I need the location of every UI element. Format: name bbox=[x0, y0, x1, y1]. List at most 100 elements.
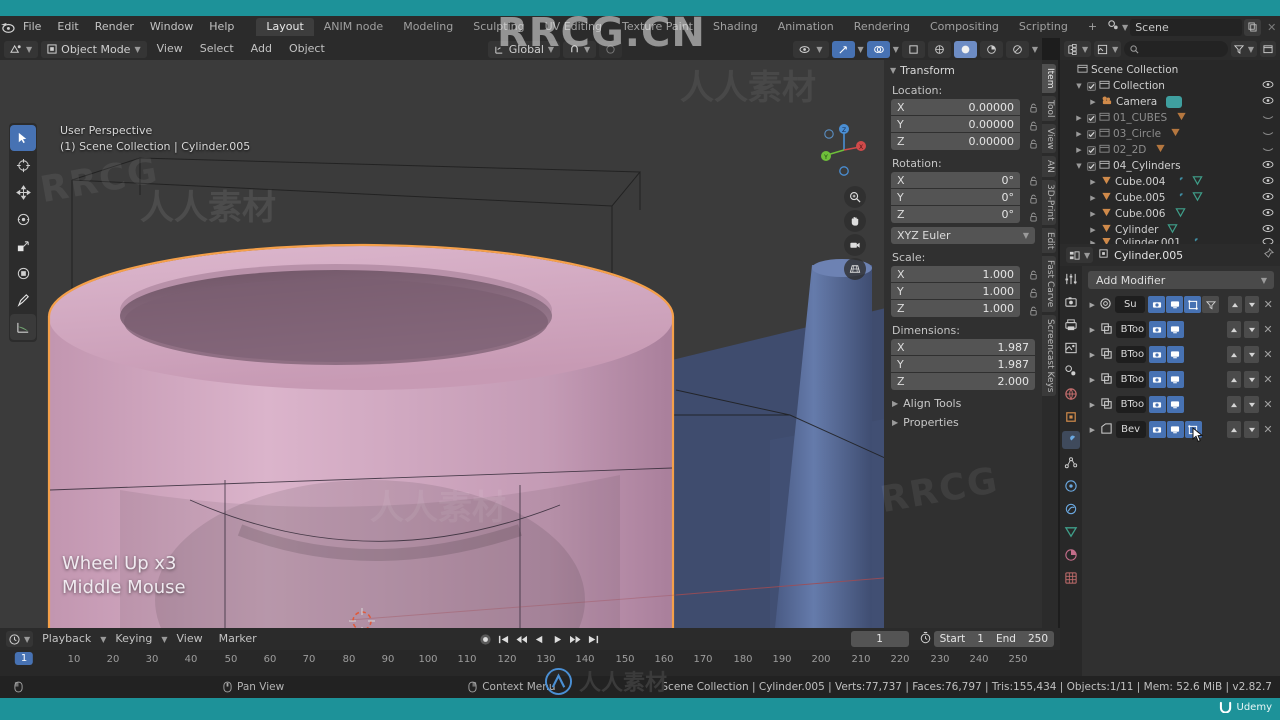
camera-view-icon[interactable] bbox=[844, 234, 866, 256]
jump-to-end-button[interactable] bbox=[586, 632, 601, 647]
menu-file[interactable]: File bbox=[15, 16, 49, 38]
eye-icon-collection[interactable] bbox=[1262, 80, 1274, 92]
overlays-chevron-icon[interactable]: ▼ bbox=[893, 45, 899, 54]
move-down-boolean-4[interactable] bbox=[1244, 396, 1259, 413]
outliner-row-cube-004[interactable]: ▶ Cube.004 bbox=[1060, 174, 1280, 190]
scene-name-field[interactable]: Scene bbox=[1130, 18, 1243, 36]
transform-panel-header[interactable]: ▼ Transform bbox=[884, 60, 1042, 81]
previous-keyframe-button[interactable] bbox=[514, 632, 529, 647]
viewport-toggle-bevel[interactable] bbox=[1166, 421, 1184, 438]
outliner-display-mode-button[interactable]: ▼ bbox=[1094, 41, 1122, 57]
collection-checkbox[interactable] bbox=[1087, 81, 1096, 91]
modifier-name-boolean-3[interactable]: BToo bbox=[1115, 371, 1146, 388]
outliner-row-cube-005[interactable]: ▶ Cube.005 bbox=[1060, 190, 1280, 206]
outliner-row-camera[interactable]: ▶ Camera bbox=[1060, 94, 1280, 110]
outliner-row-cylinder[interactable]: ▶ Cylinder bbox=[1060, 222, 1280, 238]
play-button[interactable] bbox=[550, 632, 565, 647]
constraints-properties-tab[interactable] bbox=[1062, 500, 1080, 518]
outliner-row-04-cylinders[interactable]: ▼ 04_Cylinders bbox=[1060, 158, 1280, 174]
location-y-field[interactable]: Y 0.00000 bbox=[891, 116, 1020, 133]
outliner-row-collection[interactable]: ▼ Collection bbox=[1060, 78, 1280, 94]
cage-toggle-subdivision[interactable] bbox=[1202, 296, 1220, 313]
viewport-toggle-boolean-4[interactable] bbox=[1166, 396, 1184, 413]
zoom-icon[interactable] bbox=[844, 186, 866, 208]
modifier-name-bevel[interactable]: Bev bbox=[1115, 421, 1146, 438]
lock-location-y-icon[interactable] bbox=[1029, 117, 1038, 134]
render-toggle-boolean-1[interactable] bbox=[1148, 321, 1166, 338]
timeline-menu-view[interactable]: View bbox=[170, 628, 210, 650]
particles-properties-tab[interactable] bbox=[1062, 454, 1080, 472]
current-frame-indicator[interactable]: 1 bbox=[14, 652, 34, 665]
timeline-menu-keying[interactable]: Keying bbox=[108, 628, 159, 650]
modifier-expand-icon-boolean-4[interactable]: ▶ bbox=[1088, 401, 1097, 409]
modifier-row-boolean-3[interactable]: ▶ BToo ✕ bbox=[1088, 370, 1274, 389]
play-reverse-button[interactable] bbox=[532, 632, 547, 647]
tab-shading[interactable]: Shading bbox=[703, 18, 768, 36]
interaction-mode-dropdown[interactable]: Object Mode ▼ bbox=[41, 40, 147, 58]
modifier-row-boolean-2[interactable]: ▶ BToo ✕ bbox=[1088, 345, 1274, 364]
tool-scale[interactable] bbox=[10, 233, 36, 259]
current-frame-field[interactable]: 1 bbox=[850, 631, 909, 647]
view-layer-properties-tab[interactable] bbox=[1062, 339, 1080, 357]
tab-uv-editing[interactable]: UV Editing bbox=[535, 18, 612, 36]
tool-properties-tab[interactable] bbox=[1062, 270, 1080, 288]
render-toggle-subdivision[interactable] bbox=[1148, 296, 1166, 313]
outliner-row-02-2d[interactable]: ▶ 02_2D bbox=[1060, 142, 1280, 158]
viewport-toggle-boolean-3[interactable] bbox=[1166, 371, 1184, 388]
render-toggle-bevel[interactable] bbox=[1148, 421, 1166, 438]
outliner-row-03-circle[interactable]: ▶ 03_Circle bbox=[1060, 126, 1280, 142]
properties-panel[interactable]: ▶ Properties bbox=[884, 413, 1042, 432]
scale-x-field[interactable]: X 1.000 bbox=[891, 266, 1020, 283]
move-down-boolean-3[interactable] bbox=[1244, 371, 1259, 388]
delete-modifier-boolean-4[interactable]: ✕ bbox=[1262, 398, 1274, 411]
frame-range-fields[interactable]: Start 1 End 250 bbox=[933, 631, 1054, 647]
timeline-ruler[interactable]: 1 10 20 30 40 50 60 70 80 90 100 110 120… bbox=[0, 650, 1060, 676]
overlays-toggle-button[interactable] bbox=[866, 40, 890, 58]
shading-material-button[interactable] bbox=[979, 40, 1003, 58]
move-down-subdivision[interactable] bbox=[1245, 296, 1260, 313]
delete-modifier-subdivision[interactable]: ✕ bbox=[1262, 298, 1274, 311]
dimension-y-field[interactable]: Y 1.987 bbox=[891, 356, 1035, 373]
tool-transform[interactable] bbox=[10, 260, 36, 286]
delete-modifier-bevel[interactable]: ✕ bbox=[1262, 423, 1274, 436]
viewport-toggle-boolean-1[interactable] bbox=[1166, 321, 1184, 338]
outliner-row-scene-collection[interactable]: Scene Collection bbox=[1060, 62, 1280, 78]
perspective-toggle-icon[interactable] bbox=[844, 258, 866, 280]
lock-scale-z-icon[interactable] bbox=[1029, 302, 1038, 319]
scale-z-field[interactable]: Z 1.000 bbox=[891, 300, 1020, 317]
timeline-menu-playback[interactable]: Playback bbox=[35, 628, 98, 650]
physics-properties-tab[interactable] bbox=[1062, 477, 1080, 495]
modifier-name-subdivision[interactable]: Su bbox=[1115, 296, 1146, 313]
modifier-row-subdivision[interactable]: ▶ Su ✕ bbox=[1088, 295, 1274, 314]
delete-scene-button[interactable]: ✕ bbox=[1263, 19, 1280, 36]
gizmo-toggle-button[interactable] bbox=[831, 40, 855, 58]
material-properties-tab[interactable] bbox=[1062, 546, 1080, 564]
outliner-row-cube-006[interactable]: ▶ Cube.006 bbox=[1060, 206, 1280, 222]
properties-editor-type-button[interactable]: ▼ bbox=[1066, 247, 1094, 263]
visibility-dropdown[interactable]: ▼ bbox=[793, 40, 829, 58]
tab-texture-paint[interactable]: Texture Paint bbox=[612, 18, 703, 36]
dimension-x-field[interactable]: X 1.987 bbox=[891, 339, 1035, 356]
move-up-boolean-4[interactable] bbox=[1226, 396, 1242, 413]
01-cubes-checkbox[interactable] bbox=[1087, 113, 1096, 123]
modifier-row-bevel[interactable]: ▶ Bev ✕ bbox=[1088, 420, 1274, 443]
04-cylinders-checkbox[interactable] bbox=[1087, 161, 1096, 171]
modifier-expand-icon-boolean-3[interactable]: ▶ bbox=[1088, 376, 1097, 384]
lock-location-z-icon[interactable] bbox=[1029, 135, 1038, 152]
tab-layout[interactable]: Layout bbox=[256, 18, 314, 36]
modifier-name-boolean-1[interactable]: BToo bbox=[1115, 321, 1146, 338]
tool-measure[interactable] bbox=[10, 314, 36, 340]
move-up-bevel[interactable] bbox=[1226, 421, 1242, 438]
outliner-search-input[interactable] bbox=[1124, 41, 1228, 57]
eye-icon-cube-006[interactable] bbox=[1262, 208, 1274, 220]
lock-scale-y-icon[interactable] bbox=[1029, 284, 1038, 301]
output-properties-tab[interactable] bbox=[1062, 316, 1080, 334]
menu-window[interactable]: Window bbox=[142, 16, 201, 38]
navigation-gizmo[interactable]: Z Y X bbox=[816, 122, 872, 178]
tab-add-workspace[interactable]: + bbox=[1078, 18, 1107, 36]
modifier-expand-icon-boolean-2[interactable]: ▶ bbox=[1088, 351, 1097, 359]
move-down-bevel[interactable] bbox=[1244, 421, 1259, 438]
modifier-properties-tab[interactable] bbox=[1062, 431, 1080, 449]
location-z-field[interactable]: Z 0.00000 bbox=[891, 133, 1020, 150]
shading-solid-button[interactable] bbox=[953, 40, 977, 58]
